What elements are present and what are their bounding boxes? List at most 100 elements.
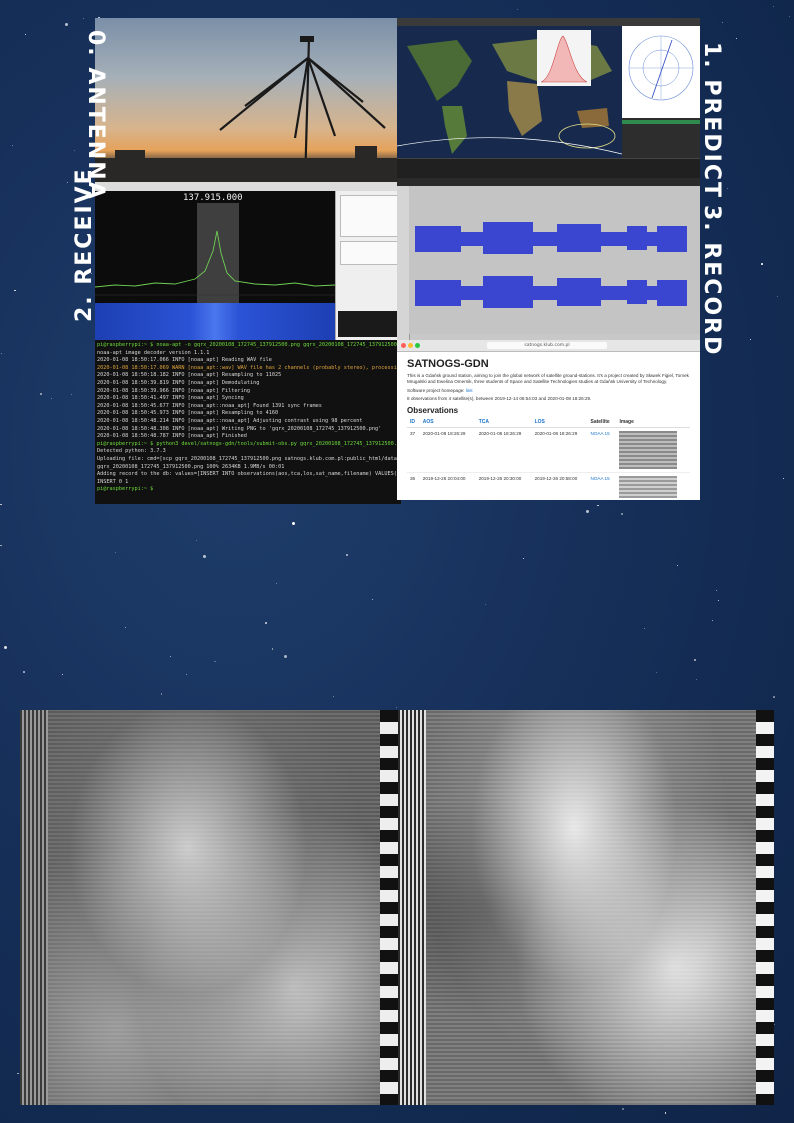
browser-toolbar: satnogs.klub.com.pl [397, 340, 700, 352]
antenna-icon [95, 36, 397, 188]
maximize-dot-icon[interactable] [415, 343, 420, 348]
terminal-line: 2020-01-08 18:50:17.066 INFO [noaa_apt] … [97, 357, 272, 364]
star [291, 522, 295, 525]
homepage-line: Software project homepage: link [407, 388, 690, 393]
star [276, 582, 278, 584]
minimize-dot-icon[interactable] [408, 343, 413, 348]
star [284, 654, 288, 658]
col-id[interactable]: ID [407, 417, 420, 428]
terminal-line: Adding record to the db: values=[INSERT … [97, 471, 401, 478]
star [74, 149, 76, 151]
star [160, 693, 163, 696]
star [717, 600, 719, 601]
terminal-line: gqrx_20200108_172745_137912500.png 100% … [97, 463, 285, 470]
star [711, 619, 713, 621]
cell-satellite[interactable]: NOAA 15 [587, 472, 617, 500]
star [124, 626, 126, 628]
star [265, 622, 267, 624]
noaa-apt-decoded-image [20, 710, 774, 1105]
waterfall-view [95, 303, 335, 340]
star [195, 539, 197, 541]
antenna-photo [95, 18, 397, 188]
star [749, 339, 751, 341]
waveform-track [409, 186, 700, 334]
elevation-chart [537, 30, 591, 86]
channel-a-telemetry [380, 710, 398, 1105]
site-intro: This is a Gdańsk ground station, aiming … [407, 373, 689, 384]
star [736, 37, 738, 39]
cell-los: 2020-01-08 18:26:29 [531, 427, 588, 473]
col-satellite: Satellite [587, 417, 617, 428]
label-record: 3. Record [699, 205, 724, 357]
star [67, 182, 69, 184]
terminal-line: 2020-01-08 18:50:45.677 INFO [noaa_apt::… [97, 402, 322, 409]
pass-table [397, 158, 700, 178]
star [597, 504, 600, 507]
star [727, 187, 729, 189]
star [585, 510, 589, 514]
star [202, 555, 206, 559]
star [772, 696, 775, 698]
star [676, 564, 679, 567]
observations-table: ID AOS TCA LOS Satellite Image 37 2020-0… [407, 417, 690, 500]
cell-aos: 2020-01-08 18:26:29 [419, 427, 476, 473]
cell-image[interactable] [616, 427, 690, 473]
receiver-options-panel [335, 191, 402, 340]
star [621, 513, 623, 515]
star [186, 674, 188, 676]
col-aos[interactable]: AOS [419, 417, 476, 428]
channel-b-image [426, 710, 756, 1105]
star [522, 557, 524, 559]
observation-thumbnail[interactable] [619, 476, 678, 498]
browser-window: satnogs.klub.com.pl SATNOGS-GDN This is … [397, 340, 700, 500]
star [664, 1112, 667, 1114]
col-los[interactable]: LOS [531, 417, 588, 428]
star [721, 21, 723, 23]
terminal-line: INSERT 0 1 [97, 478, 129, 485]
star [40, 393, 42, 395]
address-bar[interactable]: satnogs.klub.com.pl [487, 342, 607, 349]
star [783, 477, 785, 479]
table-row: 37 2020-01-08 18:26:29 2020-01-08 18:26:… [407, 427, 690, 473]
terminal-line: 2020-01-08 18:50:45.973 INFO [noaa_apt] … [97, 410, 279, 417]
terminal-line: 2020-01-08 18:50:48.787 INFO [noaa_apt] … [97, 433, 247, 440]
close-dot-icon[interactable] [401, 343, 406, 348]
star [1, 353, 3, 355]
terminal-line: noaa-apt image decoder version 1.1.1 [97, 349, 210, 356]
star [64, 23, 68, 27]
star [715, 590, 717, 592]
col-tca[interactable]: TCA [475, 417, 532, 428]
terminal-line: Detected python: 3.7.3 [97, 448, 166, 455]
predict-toolbar [397, 18, 700, 26]
record-screenshot [397, 178, 700, 340]
star [485, 604, 487, 606]
star [346, 554, 348, 556]
terminal-line: Uploading file: cmd=[scp gqrx_20200108_1… [97, 455, 400, 462]
homepage-link[interactable]: link [466, 388, 473, 393]
star [695, 679, 697, 681]
terminal-line: pi@raspberrypi:~ $ [97, 486, 154, 493]
observation-thumbnail[interactable] [619, 431, 678, 469]
terminal-line: 2020-01-08 18:50:48.308 INFO [noaa_apt] … [97, 425, 382, 432]
terminal-window[interactable]: pi@raspberrypi:~ $ noaa-apt -o gqrx_2020… [95, 340, 401, 504]
channel-b-telemetry [756, 710, 774, 1105]
star [170, 655, 172, 657]
cell-los: 2019-12-26 20:58:00 [531, 472, 588, 500]
terminal-line: pi@raspberrypi:~ $ python3 devel/satnogs… [97, 440, 401, 447]
star [516, 8, 518, 10]
cell-tca: 2020-01-08 18:26:29 [475, 427, 532, 473]
cell-satellite[interactable]: NOAA 15 [587, 427, 617, 473]
star [213, 660, 216, 663]
terminal-line: 2020-01-08 18:50:41.497 INFO [noaa_apt] … [97, 395, 244, 402]
col-image: Image [616, 417, 690, 428]
predict-screenshot [397, 18, 700, 178]
terminal-line: pi@raspberrypi:~ $ noaa-apt -o gqrx_2020… [97, 342, 401, 348]
star [788, 15, 791, 18]
homepage-label: Software project homepage: [407, 388, 465, 393]
star [50, 397, 52, 399]
star [4, 645, 8, 649]
star [396, 707, 397, 709]
cell-image[interactable] [616, 472, 690, 500]
star [271, 648, 274, 650]
star [70, 394, 72, 396]
